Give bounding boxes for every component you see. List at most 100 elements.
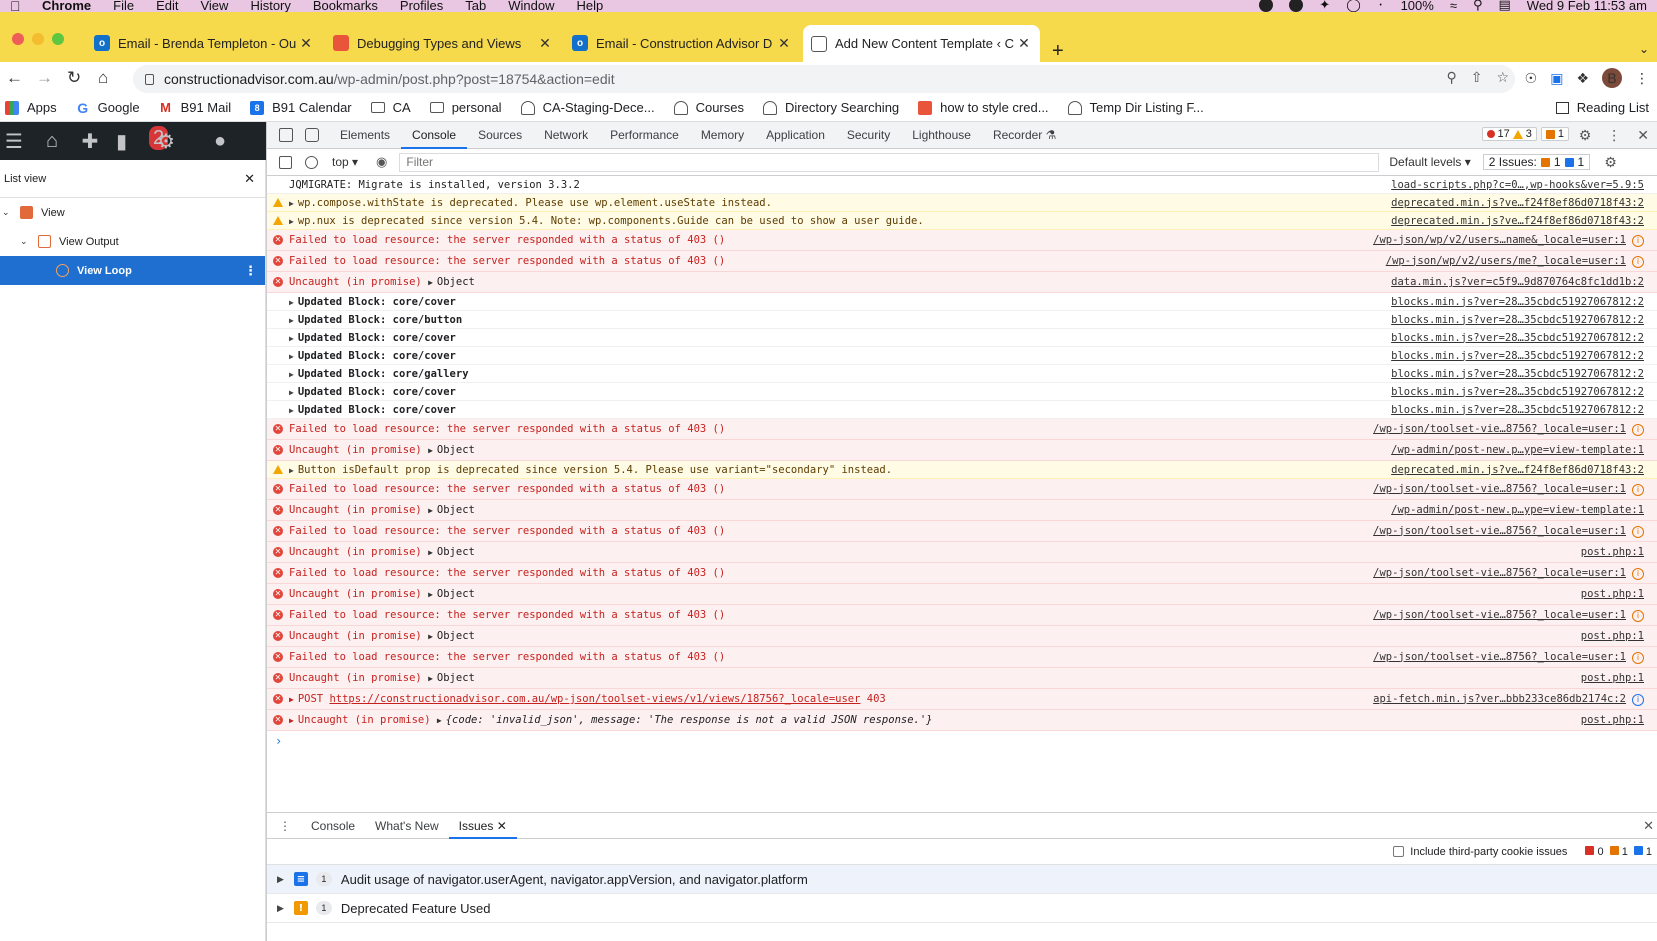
expand-arrow-icon[interactable]: ▶ [437,716,442,725]
close-icon[interactable]: ✕ [298,35,314,52]
window-close-button[interactable] [12,33,24,45]
console-message[interactable]: ✕ Uncaught (in promise) ▶ Object post.php:1 [267,542,1657,563]
tab-email-construction[interactable]: o Email - Construction Advisor D ✕ [572,28,792,58]
menu-window[interactable]: Window [508,0,554,12]
request-url-link[interactable]: https://constructionadvisor.com.au/wp-js… [329,693,860,705]
tab-network[interactable]: Network [533,122,599,149]
issues-button[interactable]: 2 Issues: 1 1 [1482,154,1591,170]
address-bar[interactable]: constructionadvisor.com.au /wp-admin/pos… [133,65,1515,93]
menu-clock[interactable]: Wed 9 Feb 11:53 am [1527,0,1647,12]
console-message[interactable]: ✕ Failed to load resource: the server res… [267,479,1657,500]
issue-info-icon[interactable]: i [1632,651,1644,664]
source-link[interactable]: blocks.min.js?ver=28…35cbdc51927067812:2 [1391,350,1657,362]
source-link[interactable]: /wp-json/toolset-vie…8756?_locale=user:1… [1373,483,1657,496]
console-message[interactable]: ▶ Updated Block: core/cover blocks.min.js?… [267,347,1657,365]
console-message[interactable]: ▶ wp.nux is deprecated since version 5.4.… [267,212,1657,230]
close-icon[interactable]: ✕ [497,819,507,833]
drawer-tab-issues[interactable]: Issues ✕ [448,813,517,839]
expand-arrow-icon[interactable]: ▶ [289,352,294,361]
expand-arrow-icon[interactable]: ▶ [428,674,433,683]
menu-app-name[interactable]: Chrome [42,0,91,12]
wp-home-icon[interactable]: ⌂ [40,130,64,153]
issue-info-icon[interactable]: i [1632,525,1644,538]
issue-navigator-useragent[interactable]: ▶ ≡ 1 Audit usage of navigator.userAgent… [267,865,1657,894]
extensions-puzzle-icon[interactable]: ❖ [1576,70,1589,87]
bookmark-b91-calendar[interactable]: 8 B91 Calendar [250,100,352,115]
source-link[interactable]: deprecated.min.js?ve…f24f8ef86d0718f43:2 [1391,464,1657,476]
menu-file[interactable]: File [113,0,134,12]
expand-arrow-icon[interactable]: ▶ [277,874,284,885]
issue-info-icon[interactable]: i [1632,234,1644,247]
source-link[interactable]: post.php:1 [1581,630,1657,642]
console-message[interactable]: ✕ Uncaught (in promise) ▶ Object post.php:1 [267,584,1657,605]
close-drawer-icon[interactable]: ✕ [1643,818,1654,834]
object-preview[interactable]: Object [437,630,475,642]
issue-info-icon[interactable]: i [1632,423,1644,436]
bookmark-google[interactable]: G Google [76,100,139,116]
menu-history[interactable]: History [250,0,290,12]
bookmark-temp-dir[interactable]: Temp Dir Listing F... [1067,100,1204,115]
more-options-icon[interactable]: ⋮ [244,263,257,279]
reload-icon[interactable]: ↻ [67,68,81,88]
bookmark-how-to-style[interactable]: how to style cred... [918,100,1049,115]
more-options-icon[interactable]: ⋮ [279,819,291,833]
wifi-icon[interactable]: ≈ [1450,0,1457,12]
console-message[interactable]: ▶ Updated Block: core/cover blocks.min.js?… [267,401,1657,419]
bookmark-folder-ca[interactable]: CA [370,100,411,115]
object-preview[interactable]: Object [437,444,475,456]
issue-info-icon[interactable]: i [1632,609,1644,622]
apple-icon[interactable]:  [10,0,24,12]
console-message[interactable]: ▶ Updated Block: core/button blocks.min.js… [267,311,1657,329]
source-link[interactable]: post.php:1 [1581,714,1657,726]
error-warning-counter[interactable]: 17 3 [1481,127,1537,141]
eye-icon[interactable]: ◉ [376,154,387,170]
drawer-tab-console[interactable]: Console [301,813,365,839]
rocket-icon[interactable]: ✦ [1319,0,1330,12]
console-message[interactable]: ▶ Updated Block: core/cover blocks.min.js?… [267,329,1657,347]
tab-debugging-types[interactable]: Debugging Types and Views ✕ [333,28,553,58]
console-message[interactable]: ▶ Button isDefault prop is deprecated sin… [267,461,1657,479]
source-link[interactable]: data.min.js?ver=c5f9…9d870764c8fc1dd1b:2 [1391,276,1657,288]
close-icon[interactable]: ✕ [537,35,553,52]
back-arrow-icon[interactable]: ← [6,68,23,88]
issue-info-icon[interactable]: i [1632,567,1644,580]
settings-gear-icon[interactable]: ⚙ [1579,127,1592,144]
browser-menu-icon[interactable]: ⋮ [1635,70,1649,87]
context-selector[interactable]: top ▾ [332,155,358,169]
source-link[interactable]: /wp-json/toolset-vie…8756?_locale=user:1… [1373,567,1657,580]
reading-list-button[interactable]: Reading List [1555,100,1649,115]
console-message[interactable]: ✕ Failed to load resource: the server res… [267,563,1657,584]
expand-arrow-icon[interactable]: ▶ [289,334,294,343]
console-message[interactable]: ✕ Failed to load resource: the server res… [267,647,1657,668]
clear-console-icon[interactable] [305,155,318,169]
source-link[interactable]: post.php:1 [1581,588,1657,600]
expand-arrow-icon[interactable]: ▶ [289,406,294,415]
chevron-down-icon[interactable]: ⌄ [1639,42,1649,56]
close-icon[interactable]: ✕ [1016,35,1032,52]
source-link[interactable]: blocks.min.js?ver=28…35cbdc51927067812:2 [1391,368,1657,380]
console-filter-input[interactable] [399,152,1380,172]
console-message[interactable]: ▶ Updated Block: core/cover blocks.min.js?… [267,383,1657,401]
console-message[interactable]: ▶ Updated Block: core/gallery blocks.min.j… [267,365,1657,383]
console-message[interactable]: ✕ Failed to load resource: the server res… [267,251,1657,272]
issue-info-icon[interactable]: i [1632,693,1644,706]
console-message[interactable]: ✕ Failed to load resource: the server res… [267,419,1657,440]
wp-settings-gear-icon[interactable]: ⚙ [154,129,178,154]
source-link[interactable]: /wp-json/toolset-vie…8756?_locale=user:1… [1373,525,1657,538]
drawer-tab-whats-new[interactable]: What's New [365,813,449,839]
menu-profiles[interactable]: Profiles [400,0,443,12]
control-center-icon[interactable]: ▤ [1499,0,1511,12]
source-link[interactable]: api-fetch.min.js?ver…bbb233ce86db2174c:2… [1373,693,1657,706]
chevron-down-icon[interactable]: ⌄ [20,236,32,247]
profile-avatar[interactable]: B [1602,68,1622,88]
menu-bookmarks[interactable]: Bookmarks [313,0,378,12]
wp-add-new-icon[interactable]: ✚ [78,129,102,154]
close-icon[interactable]: ✕ [244,171,255,187]
expand-arrow-icon[interactable]: ▶ [289,316,294,325]
console-message[interactable]: JQMIGRATE: Migrate is installed, version… [267,176,1657,194]
tab-application[interactable]: Application [755,122,836,149]
tab-recorder[interactable]: Recorder ⚗ [982,122,1067,149]
source-link[interactable]: blocks.min.js?ver=28…35cbdc51927067812:2 [1391,386,1657,398]
console-message[interactable]: ▶ wp.compose.withState is deprecated. Ple… [267,194,1657,212]
source-link[interactable]: blocks.min.js?ver=28…35cbdc51927067812:2 [1391,332,1657,344]
